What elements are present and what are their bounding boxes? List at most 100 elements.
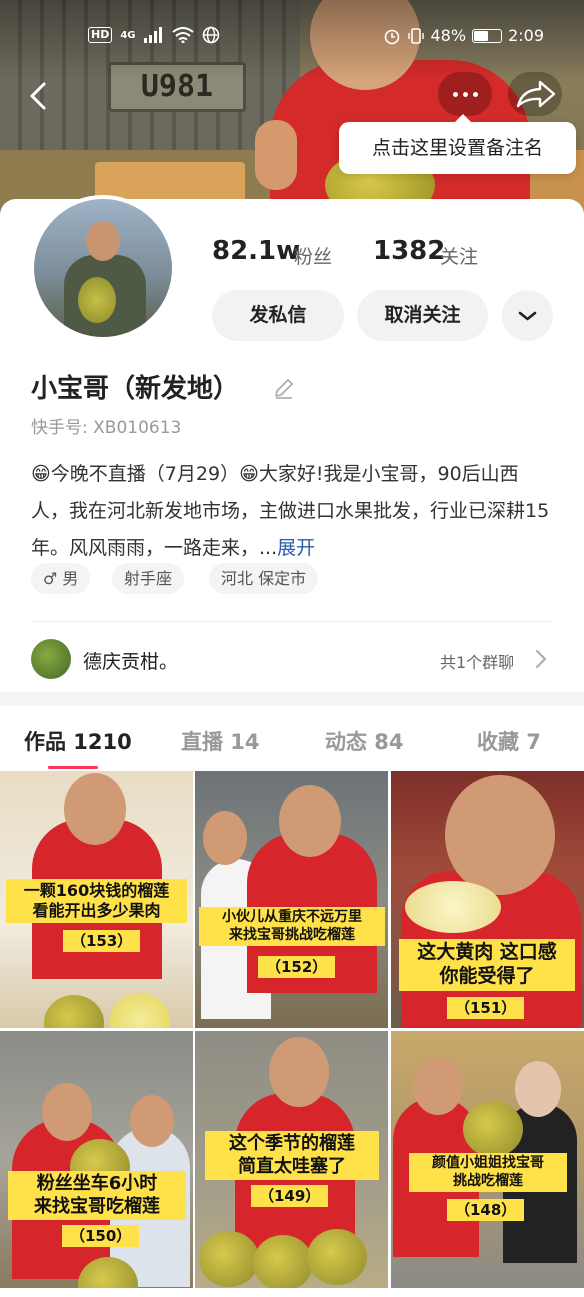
video-person-head [130, 1095, 174, 1147]
video-durian [405, 881, 501, 933]
video-tile[interactable]: 粉丝坐车6小时 来找宝哥吃榴莲 （150） [0, 1031, 193, 1288]
caption-line: 简直太哇塞了 [238, 1155, 346, 1177]
video-caption: 一颗160块钱的榴莲 看能开出多少果肉 [6, 879, 187, 923]
network-type: 4G [120, 29, 136, 41]
hd-icon: HD [88, 27, 113, 43]
tab-moments[interactable]: 动态 84 [325, 726, 404, 756]
tab-favorites[interactable]: 收藏 7 [477, 726, 541, 756]
battery-fill [474, 30, 488, 41]
followers-label[interactable]: 粉丝 [294, 242, 332, 269]
video-durian [463, 1101, 523, 1157]
tag-gender: ♂ 男 [31, 563, 91, 594]
section-gap [0, 692, 584, 706]
status-bar: HD 4G 48% 2:09 [0, 22, 584, 54]
avatar-durian [78, 277, 116, 323]
tab-works[interactable]: 作品 1210 [24, 726, 132, 756]
bio-text[interactable]: 😁今晚不直播（7月29）😁大家好!我是小宝哥，90后山西人，我在河北新发地市场，… [31, 456, 556, 567]
chevron-down-icon [518, 311, 537, 321]
back-arrow-icon[interactable] [22, 78, 58, 114]
caption-line: 这个季节的榴莲 [229, 1133, 355, 1154]
avatar-head [86, 221, 120, 261]
expand-actions-button[interactable] [502, 290, 553, 341]
video-tile[interactable]: 这个季节的榴莲 简直太哇塞了 （149） [195, 1031, 388, 1288]
divider [31, 621, 552, 622]
video-number: （152） [258, 956, 336, 978]
profile-page: U981 HD 4G 48% 2:09 点击这里设置备注名 82.1w 粉丝 1… [0, 0, 584, 1297]
signal-icon [143, 27, 162, 43]
kuaishou-id[interactable]: 快手号: XB010613 [31, 413, 181, 438]
status-right: 48% 2:09 [383, 26, 544, 45]
tab-underline [48, 766, 98, 769]
caption-line: 这大黄肉 这口感 [417, 941, 557, 963]
video-number: （150） [62, 1225, 140, 1247]
content-tabs: 作品 1210 直播 14 动态 84 收藏 7 [0, 706, 584, 770]
bio-ellipsis: ... [259, 537, 278, 559]
video-person-head [42, 1083, 92, 1141]
message-button[interactable]: 发私信 [212, 290, 344, 341]
video-person-head [64, 773, 126, 845]
wifi-icon [171, 27, 194, 43]
following-count[interactable]: 1382 [373, 236, 445, 266]
remark-tooltip[interactable]: 点击这里设置备注名 [339, 114, 576, 174]
share-icon [516, 80, 556, 108]
status-time: 2:09 [508, 26, 544, 45]
video-caption: 这个季节的榴莲 简直太哇塞了 [205, 1131, 379, 1180]
video-person-head [269, 1037, 329, 1107]
edit-icon[interactable] [272, 376, 296, 400]
dot-icon [472, 91, 478, 97]
tag-location: 河北 保定市 [209, 563, 319, 594]
group-count: 共1个群聊 [440, 653, 515, 672]
video-person-head [203, 811, 247, 865]
tag-zodiac: 射手座 [112, 563, 185, 594]
alarm-icon [384, 29, 399, 44]
battery-icon [472, 28, 503, 43]
caption-line: 挑战吃榴莲 [453, 1172, 523, 1189]
caption-line: 来找宝哥吃榴莲 [34, 1195, 160, 1217]
group-name: 德庆贡柑。 [83, 651, 179, 673]
video-durian [199, 1231, 259, 1287]
video-number: （151） [447, 997, 525, 1019]
avatar[interactable] [30, 195, 176, 341]
caption-line: 你能受得了 [439, 964, 535, 987]
banner-thumb-up [255, 120, 297, 190]
caption-line: 来找宝哥挑战吃榴莲 [229, 926, 355, 943]
video-tile[interactable]: 小伙儿从重庆不远万里 来找宝哥挑战吃榴莲 （152） [195, 771, 388, 1028]
more-options-button[interactable] [438, 72, 492, 116]
chevron-right-icon [536, 650, 547, 668]
caption-line: 小伙儿从重庆不远万里 [222, 909, 362, 925]
video-caption: 这大黄肉 这口感 你能受得了 [399, 939, 575, 991]
following-label[interactable]: 关注 [440, 242, 478, 269]
caption-line: 粉丝坐车6小时 [36, 1173, 158, 1194]
vibrate-icon [407, 27, 424, 44]
globe-icon [202, 26, 219, 44]
video-tile[interactable]: 这大黄肉 这口感 你能受得了 （151） [391, 771, 584, 1028]
status-left: HD 4G [88, 26, 220, 44]
dot-icon [462, 91, 468, 97]
caption-line: 看能开出多少果肉 [32, 901, 161, 920]
video-number: （153） [63, 930, 141, 952]
video-person-head [445, 775, 555, 895]
video-tile[interactable]: 一颗160块钱的榴莲 看能开出多少果肉 （153） [0, 771, 193, 1028]
caption-line: 一颗160块钱的榴莲 [23, 881, 170, 900]
caption-line: 颜值小姐姐找宝哥 [432, 1155, 544, 1171]
expand-bio-link[interactable]: 展开 [277, 537, 315, 559]
video-number: （149） [251, 1185, 329, 1207]
group-avatar [31, 639, 71, 679]
nickname: 小宝哥（新发地） [31, 374, 240, 404]
video-person-head [279, 785, 341, 857]
unfollow-button[interactable]: 取消关注 [357, 290, 488, 341]
video-caption: 颜值小姐姐找宝哥 挑战吃榴莲 [409, 1153, 567, 1192]
battery-percent: 48% [430, 26, 467, 45]
video-durian [253, 1235, 313, 1288]
group-chat-row[interactable]: 德庆贡柑。 共1个群聊 [0, 630, 584, 690]
video-person-head [515, 1061, 561, 1117]
video-durian [307, 1229, 367, 1285]
dot-icon [452, 91, 458, 97]
followers-count[interactable]: 82.1w [212, 236, 300, 266]
share-button[interactable] [508, 72, 562, 116]
video-tile[interactable]: 颜值小姐姐找宝哥 挑战吃榴莲 （148） [391, 1031, 584, 1288]
video-caption: 小伙儿从重庆不远万里 来找宝哥挑战吃榴莲 [199, 907, 385, 946]
video-caption: 粉丝坐车6小时 来找宝哥吃榴莲 [8, 1171, 186, 1220]
video-person-head [413, 1057, 463, 1115]
tab-live[interactable]: 直播 14 [181, 726, 260, 756]
